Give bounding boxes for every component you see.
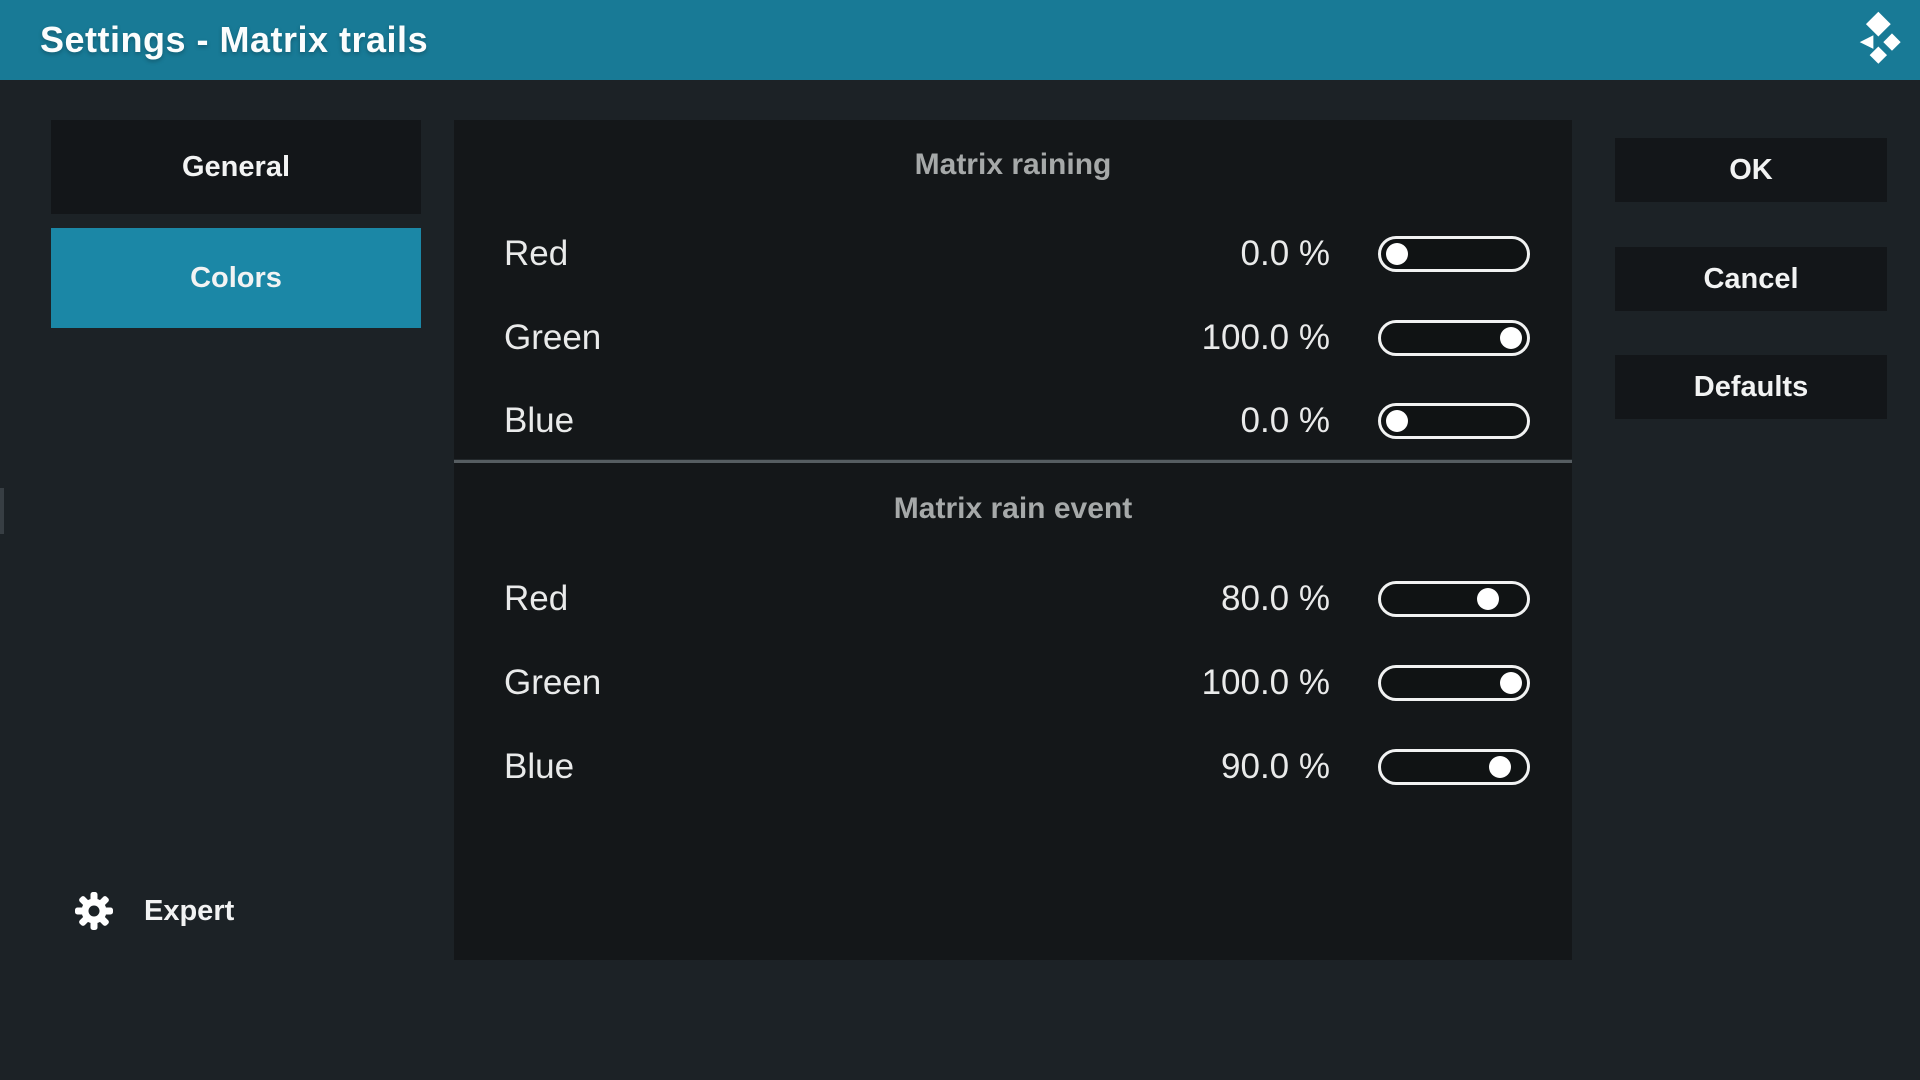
red-slider[interactable]: [1378, 236, 1530, 272]
kodi-logo-icon: [1843, 8, 1905, 70]
setting-row[interactable]: Red 80.0 %: [454, 571, 1572, 627]
setting-label: Red: [504, 234, 568, 274]
settings-level-toggle[interactable]: Expert: [74, 884, 234, 938]
gear-icon: [74, 891, 114, 931]
sidebar-item-colors[interactable]: Colors: [51, 228, 421, 328]
group-divider: [454, 459, 1572, 463]
button-label: Cancel: [1703, 263, 1798, 296]
title-bar: Settings - Matrix trails: [0, 0, 1920, 80]
slider-knob[interactable]: [1386, 410, 1408, 432]
slider-knob[interactable]: [1477, 588, 1499, 610]
red-slider[interactable]: [1378, 581, 1530, 617]
blue-slider[interactable]: [1378, 749, 1530, 785]
sidebar-item-general[interactable]: General: [51, 120, 421, 214]
slider-knob[interactable]: [1500, 672, 1522, 694]
slider-knob[interactable]: [1500, 327, 1522, 349]
setting-label: Green: [504, 318, 601, 358]
ok-button[interactable]: OK: [1615, 138, 1887, 202]
scrollbar-hint: [0, 488, 4, 534]
settings-level-label: Expert: [144, 895, 234, 928]
slider-knob[interactable]: [1489, 756, 1511, 778]
setting-row[interactable]: Blue 90.0 %: [454, 739, 1572, 795]
green-slider[interactable]: [1378, 665, 1530, 701]
defaults-button[interactable]: Defaults: [1615, 355, 1887, 419]
setting-row[interactable]: Green 100.0 %: [454, 310, 1572, 366]
setting-value: 90.0 %: [1221, 747, 1330, 787]
setting-value: 100.0 %: [1202, 663, 1330, 703]
group-title-matrix-raining: Matrix raining: [454, 140, 1572, 190]
slider-knob[interactable]: [1386, 243, 1408, 265]
sidebar-item-label: General: [182, 151, 290, 184]
blue-slider[interactable]: [1378, 403, 1530, 439]
group-title-matrix-rain-event: Matrix rain event: [454, 484, 1572, 534]
setting-row[interactable]: Blue 0.0 %: [454, 393, 1572, 449]
cancel-button[interactable]: Cancel: [1615, 247, 1887, 311]
setting-label: Blue: [504, 401, 574, 441]
setting-value: 100.0 %: [1202, 318, 1330, 358]
button-label: OK: [1729, 154, 1773, 187]
setting-value: 0.0 %: [1241, 401, 1331, 441]
button-label: Defaults: [1694, 371, 1808, 404]
setting-label: Red: [504, 579, 568, 619]
setting-label: Green: [504, 663, 601, 703]
setting-value: 0.0 %: [1241, 234, 1331, 274]
settings-panel: Matrix raining Red 0.0 % Green 100.0 % B…: [454, 120, 1572, 960]
setting-row[interactable]: Green 100.0 %: [454, 655, 1572, 711]
sidebar-item-label: Colors: [190, 262, 282, 295]
green-slider[interactable]: [1378, 320, 1530, 356]
setting-label: Blue: [504, 747, 574, 787]
setting-row[interactable]: Red 0.0 %: [454, 226, 1572, 282]
setting-value: 80.0 %: [1221, 579, 1330, 619]
window-title: Settings - Matrix trails: [40, 0, 428, 80]
